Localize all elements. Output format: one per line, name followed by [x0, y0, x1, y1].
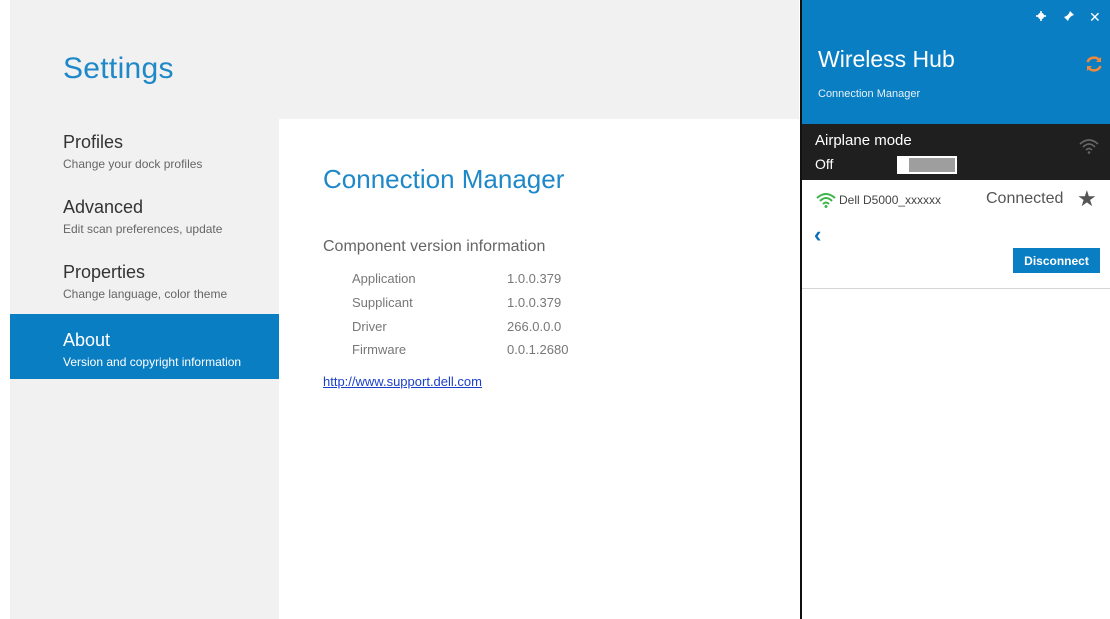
network-item[interactable]: Dell D5000_xxxxxx Connected ★ ‹ Disconne…: [802, 180, 1110, 289]
version-info-heading: Component version information: [323, 238, 546, 255]
nav-item-advanced[interactable]: Advanced Edit scan preferences, update: [10, 193, 279, 257]
airplane-mode-bar: Airplane mode Off: [802, 124, 1110, 180]
version-label: Supplicant: [352, 295, 413, 310]
toggle-track: [909, 158, 955, 172]
airplane-mode-label: Airplane mode: [815, 132, 912, 149]
hub-title: Wireless Hub: [818, 46, 955, 72]
version-row-application: Application 1.0.0.379: [352, 271, 602, 291]
nav-item-profiles[interactable]: Profiles Change your dock profiles: [10, 128, 279, 192]
nav-item-about[interactable]: About Version and copyright information: [10, 314, 279, 379]
version-value: 1.0.0.379: [507, 295, 562, 310]
page-title: Settings: [63, 52, 174, 85]
disconnect-button[interactable]: Disconnect: [1013, 248, 1100, 273]
version-label: Firmware: [352, 342, 407, 357]
version-label: Driver: [352, 319, 387, 334]
network-name: Dell D5000_xxxxxx: [839, 193, 942, 207]
pin-icon[interactable]: [1063, 10, 1075, 25]
airplane-mode-state: Off: [815, 156, 834, 172]
airplane-mode-toggle[interactable]: [897, 156, 957, 174]
nav-item-title: Profiles: [63, 132, 124, 152]
support-link[interactable]: http://www.support.dell.com: [323, 374, 482, 389]
star-icon[interactable]: ★: [1077, 186, 1097, 212]
gear-icon[interactable]: [1036, 10, 1046, 24]
refresh-icon[interactable]: [1084, 54, 1104, 80]
nav-item-title: Properties: [63, 262, 146, 282]
hub-subtitle: Connection Manager: [818, 88, 921, 100]
nav-item-subtitle: Change language, color theme: [63, 287, 228, 301]
close-icon[interactable]: ✕: [1089, 10, 1101, 24]
chevron-left-icon[interactable]: ‹: [814, 222, 821, 248]
content-top-strip: [279, 0, 799, 119]
version-row-firmware: Firmware 0.0.1.2680: [352, 342, 602, 362]
hub-header: ✕ Wireless Hub Connection Manager: [802, 0, 1110, 124]
wireless-hub-panel: ✕ Wireless Hub Connection Manager Airpla…: [802, 0, 1110, 619]
wifi-connected-icon: [816, 192, 836, 213]
version-row-driver: Driver 266.0.0.0: [352, 319, 602, 339]
nav-item-properties[interactable]: Properties Change language, color theme: [10, 258, 279, 322]
version-label: Application: [352, 271, 416, 286]
nav-item-subtitle: Version and copyright information: [63, 355, 242, 369]
content-heading: Connection Manager: [323, 164, 565, 194]
nav-item-subtitle: Change your dock profiles: [63, 157, 203, 171]
version-value: 266.0.0.0: [507, 319, 562, 334]
nav-item-title: Advanced: [63, 197, 144, 217]
version-value: 1.0.0.379: [507, 271, 562, 286]
network-status: Connected: [986, 190, 1064, 207]
version-row-supplicant: Supplicant 1.0.0.379: [352, 295, 602, 315]
version-value: 0.0.1.2680: [507, 342, 569, 357]
nav-item-title: About: [63, 330, 111, 350]
nav-item-subtitle: Edit scan preferences, update: [63, 222, 223, 236]
wifi-signal-icon: [1079, 138, 1099, 159]
